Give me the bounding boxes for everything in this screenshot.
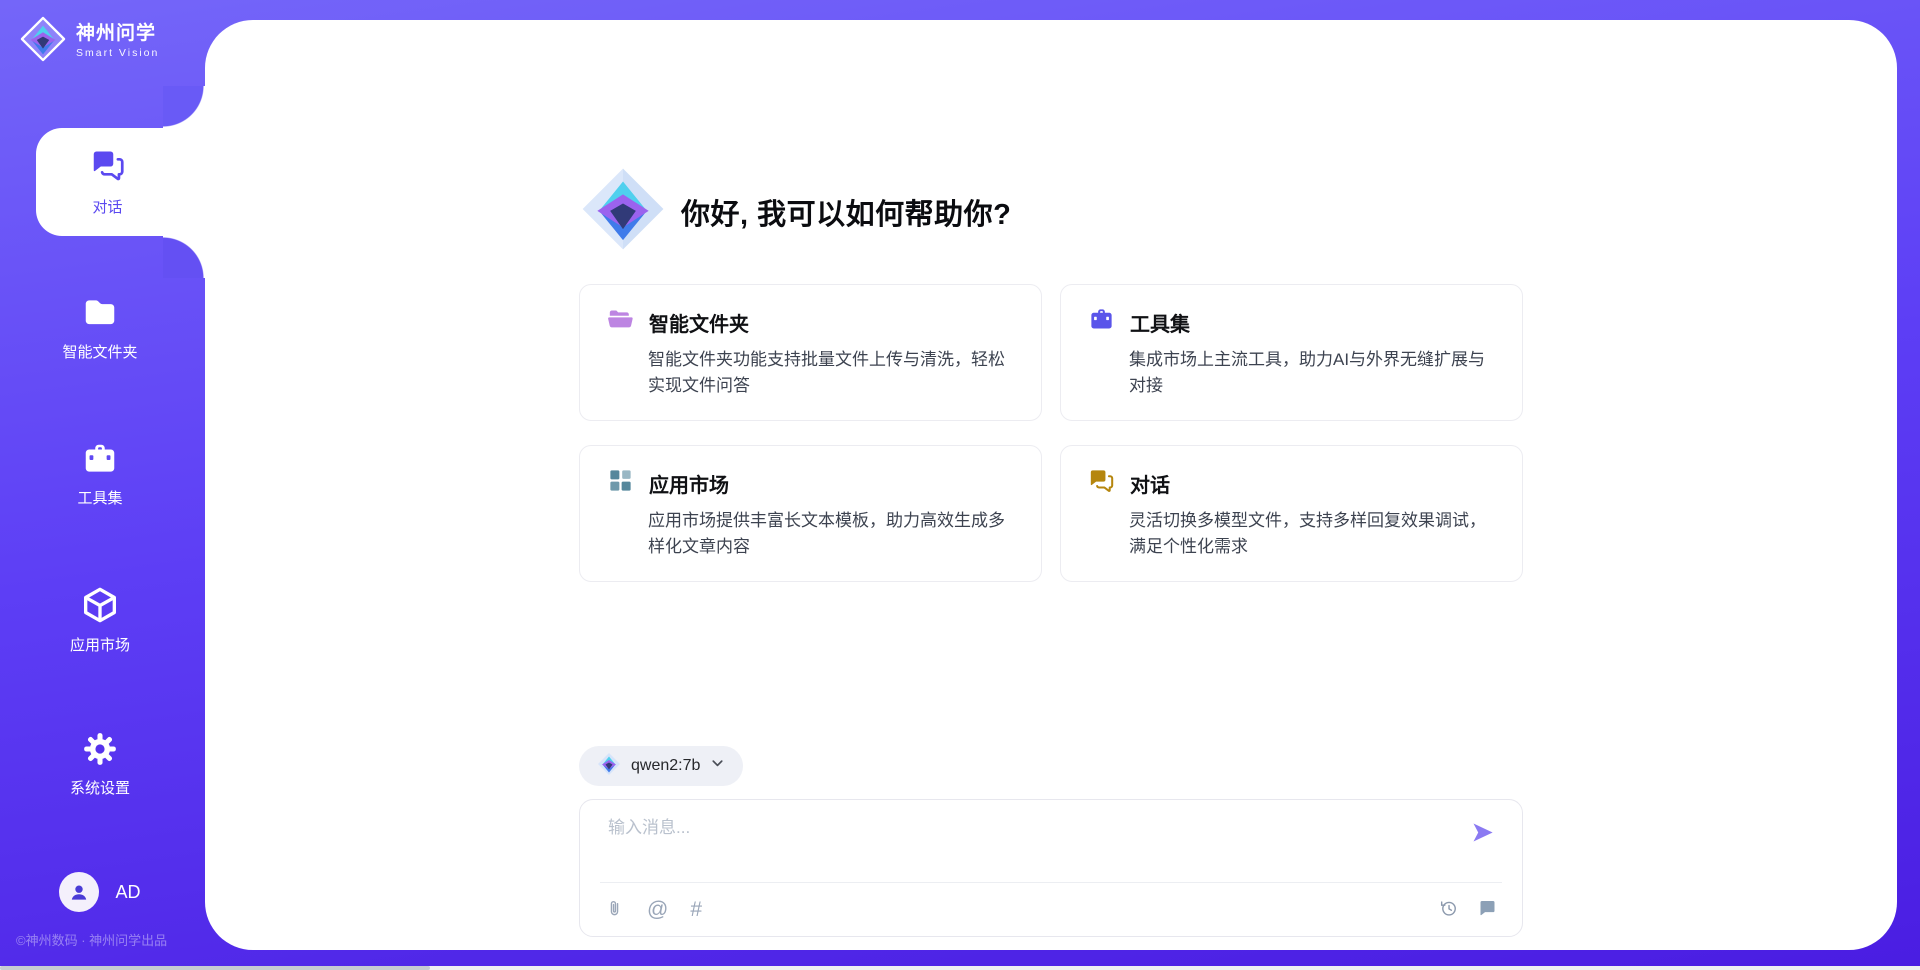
card-title: 智能文件夹 <box>649 308 749 337</box>
sidebar-item-label: 工具集 <box>77 487 122 508</box>
main-panel: 你好, 我可以如何帮助你? 智能文件夹 智能文件夹功能支持批量文件上传与清洗，轻… <box>205 20 1897 950</box>
sidebar-item-smart-folder[interactable]: 智能文件夹 <box>0 294 200 362</box>
card-smart-folder[interactable]: 智能文件夹 智能文件夹功能支持批量文件上传与清洗，轻松实现文件问答 <box>579 284 1042 421</box>
card-toolset[interactable]: 工具集 集成市场上主流工具，助力AI与外界无缝扩展与对接 <box>1060 284 1523 421</box>
feature-cards: 智能文件夹 智能文件夹功能支持批量文件上传与清洗，轻松实现文件问答 工具集 集 <box>579 284 1523 582</box>
card-description: 智能文件夹功能支持批量文件上传与清洗，轻松实现文件问答 <box>607 347 1014 399</box>
greeting-title: 你好, 我可以如何帮助你? <box>681 191 1011 233</box>
history-button[interactable] <box>1438 898 1459 922</box>
tab-fillet-bottom <box>163 236 205 278</box>
hero-diamond-logo-icon <box>579 165 667 258</box>
avatar[interactable] <box>59 872 99 912</box>
sidebar-item-app-market[interactable]: 应用市场 <box>0 585 200 655</box>
folder-open-icon <box>607 306 634 338</box>
user-initials: AD <box>115 882 140 903</box>
grid-icon <box>607 467 634 499</box>
mention-button[interactable]: @ <box>647 899 668 920</box>
card-app-market[interactable]: 应用市场 应用市场提供丰富长文本模板，助力高效生成多样化文章内容 <box>579 445 1042 582</box>
horizontal-scrollbar-track <box>0 966 1920 970</box>
brand-subtitle: Smart Vision <box>76 48 159 60</box>
chat-bubble-icon <box>1477 898 1498 922</box>
card-description: 应用市场提供丰富长文本模板，助力高效生成多样化文章内容 <box>607 508 1014 560</box>
gear-icon <box>81 730 119 768</box>
card-chat[interactable]: 对话 灵活切换多模型文件，支持多样回复效果调试，满足个性化需求 <box>1060 445 1523 582</box>
brand: 神州问学 Smart Vision <box>20 16 159 67</box>
cube-icon <box>80 585 120 625</box>
attach-button[interactable] <box>604 898 625 922</box>
model-diamond-logo-icon <box>597 752 621 781</box>
card-title: 工具集 <box>1130 308 1190 337</box>
model-name: qwen2:7b <box>631 757 700 775</box>
sidebar-item-label: 对话 <box>92 196 122 217</box>
hashtag-button[interactable]: # <box>690 899 702 920</box>
chat-icon <box>90 147 126 188</box>
card-description: 集成市场上主流工具，助力AI与外界无缝扩展与对接 <box>1088 347 1495 399</box>
model-selector[interactable]: qwen2:7b <box>579 746 743 786</box>
card-title: 应用市场 <box>649 469 729 498</box>
sidebar-item-label: 应用市场 <box>70 634 130 655</box>
attach-icon <box>604 898 625 922</box>
message-input[interactable] <box>606 817 1706 839</box>
brand-name: 神州问学 <box>76 24 159 45</box>
toolbox-icon <box>1088 306 1115 338</box>
message-composer: @ # <box>579 799 1523 937</box>
sidebar-item-label: 智能文件夹 <box>62 341 137 362</box>
sidebar-item-label: 系统设置 <box>70 777 130 798</box>
chevron-down-icon <box>710 756 725 776</box>
send-icon <box>1469 834 1496 849</box>
horizontal-scrollbar-thumb[interactable] <box>0 966 430 970</box>
card-description: 灵活切换多模型文件，支持多样回复效果调试，满足个性化需求 <box>1088 508 1495 560</box>
brand-diamond-logo-icon <box>20 16 66 67</box>
greeting-block: 你好, 我可以如何帮助你? <box>579 165 1523 258</box>
history-icon <box>1438 898 1459 922</box>
sidebar-item-toolset[interactable]: 工具集 <box>0 440 200 508</box>
tab-fillet-top <box>163 86 205 128</box>
chat-icon <box>1088 467 1115 499</box>
send-button[interactable] <box>1467 817 1498 851</box>
user-account[interactable]: AD <box>0 872 200 912</box>
card-title: 对话 <box>1130 469 1170 498</box>
sidebar-item-chat-active[interactable]: 对话 <box>36 128 205 236</box>
folder-icon <box>81 294 119 332</box>
toolbox-icon <box>81 440 119 478</box>
copyright-text: ©神州数码 · 神州问学出品 <box>16 930 167 949</box>
chat-history-button[interactable] <box>1477 898 1498 922</box>
sidebar-item-settings[interactable]: 系统设置 <box>0 730 200 798</box>
